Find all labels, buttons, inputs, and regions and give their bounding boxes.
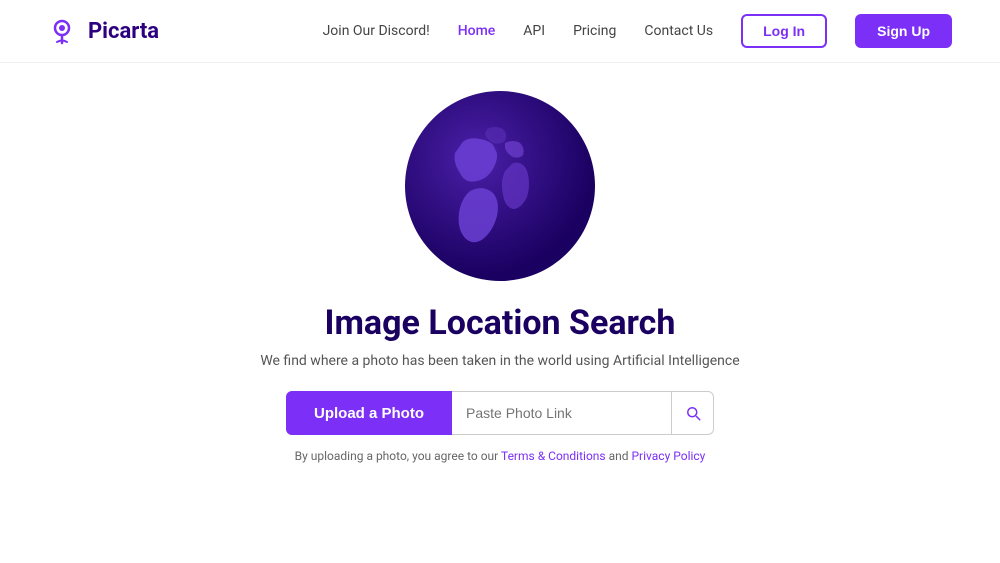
globe-svg [405,91,595,281]
nav-pricing[interactable]: Pricing [573,23,616,39]
globe-illustration [405,91,595,281]
nav-home[interactable]: Home [458,23,496,39]
logo-icon [48,15,80,47]
terms-and: and [606,449,632,463]
main-content: Image Location Search We find where a ph… [0,63,1000,463]
privacy-policy-link[interactable]: Privacy Policy [631,449,705,463]
terms-text: By uploading a photo, you agree to our T… [295,449,706,463]
terms-conditions-link[interactable]: Terms & Conditions [501,449,606,463]
page-title: Image Location Search [325,303,676,343]
nav-api[interactable]: API [523,23,545,39]
main-nav: Join Our Discord! Home API Pricing Conta… [323,14,952,48]
search-button[interactable] [672,391,714,435]
nav-contact[interactable]: Contact Us [644,23,713,39]
terms-prefix: By uploading a photo, you agree to our [295,449,501,463]
signup-button[interactable]: Sign Up [855,14,952,48]
search-icon [684,404,702,422]
logo-text: Picarta [88,19,159,44]
search-row: Upload a Photo [286,391,714,435]
logo[interactable]: Picarta [48,15,159,47]
photo-link-input[interactable] [452,391,672,435]
login-button[interactable]: Log In [741,14,827,48]
upload-photo-button[interactable]: Upload a Photo [286,391,452,435]
nav-discord[interactable]: Join Our Discord! [323,23,430,39]
page-subtitle: We find where a photo has been taken in … [260,353,739,369]
